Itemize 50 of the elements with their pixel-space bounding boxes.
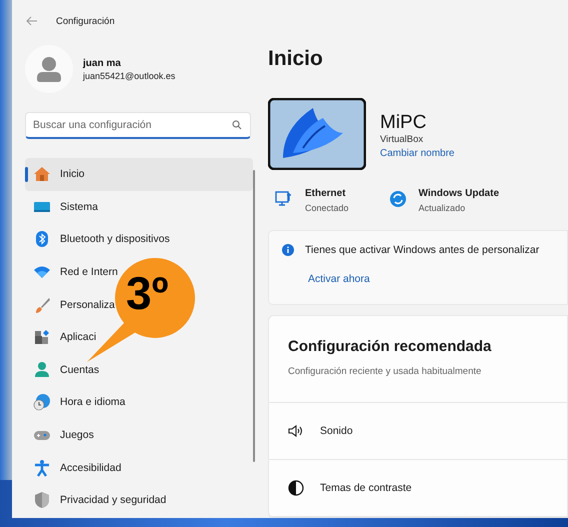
sidebar-item[interactable]: Inicio xyxy=(25,158,253,191)
notice-text: Tienes que activar Windows antes de personalizar xyxy=(305,244,540,256)
scrollbar[interactable] xyxy=(253,170,255,462)
status-title: Ethernet xyxy=(305,188,347,199)
status-detail: Actualizado xyxy=(418,203,466,213)
accessibility-icon xyxy=(33,458,51,477)
account-email: juan55421@outlook.es xyxy=(83,70,176,80)
activate-link[interactable]: Activar ahora xyxy=(308,273,370,285)
person-icon xyxy=(33,360,51,379)
callout-label: 3º xyxy=(126,268,168,318)
device-model: VirtualBox xyxy=(380,134,424,145)
row-label: Sonido xyxy=(320,425,353,437)
sidebar-item[interactable]: Bluetooth y dispositivos xyxy=(25,223,172,256)
search-icon[interactable] xyxy=(232,120,242,130)
account-name: juan ma xyxy=(83,58,122,68)
bluetooth-icon xyxy=(33,230,51,248)
window-title: Configuración xyxy=(56,16,115,26)
network-monitor-icon xyxy=(275,190,293,208)
selection-indicator xyxy=(25,167,28,182)
row-label: Temas de contraste xyxy=(320,482,412,494)
sidebar-item[interactable]: Personaliza xyxy=(25,288,117,321)
page-title: Inicio xyxy=(268,47,324,72)
section-subtitle: Configuración reciente y usada habitualmente xyxy=(288,366,482,377)
back-arrow-icon[interactable] xyxy=(26,16,38,26)
sidebar-item[interactable]: Juegos xyxy=(25,418,96,452)
sidebar-item[interactable]: Accesibilidad xyxy=(25,451,124,484)
brush-icon xyxy=(33,296,51,314)
avatar-icon xyxy=(25,45,73,93)
info-icon xyxy=(282,244,294,256)
shield-icon xyxy=(33,491,51,510)
sidebar-item[interactable]: Privacidad y seguridad xyxy=(25,484,168,517)
section-title: Configuración recomendada xyxy=(288,338,492,355)
status-detail: Conectado xyxy=(305,203,349,213)
speaker-icon xyxy=(288,423,304,439)
rename-link[interactable]: Cambiar nombre xyxy=(380,148,454,159)
sync-icon xyxy=(388,190,407,208)
house-icon xyxy=(33,165,51,184)
search-field[interactable]: Buscar una configuración xyxy=(25,112,251,139)
apps-icon xyxy=(33,328,51,346)
device-name: MiPC xyxy=(380,112,428,134)
settings-row[interactable]: Sonido xyxy=(269,403,567,460)
sidebar-item[interactable]: Cuentas xyxy=(25,354,102,386)
globe-clock-icon xyxy=(33,393,51,412)
sidebar-item[interactable]: Red e Intern xyxy=(25,256,120,288)
contrast-icon xyxy=(288,480,304,496)
sidebar-item[interactable]: Hora e idioma xyxy=(25,386,128,419)
sidebar-item[interactable]: Sistema xyxy=(25,190,100,224)
status-title: Windows Update xyxy=(418,188,500,199)
settings-row[interactable]: Temas de contraste xyxy=(269,460,567,517)
sidebar-item[interactable]: Aplicaci xyxy=(25,320,98,354)
